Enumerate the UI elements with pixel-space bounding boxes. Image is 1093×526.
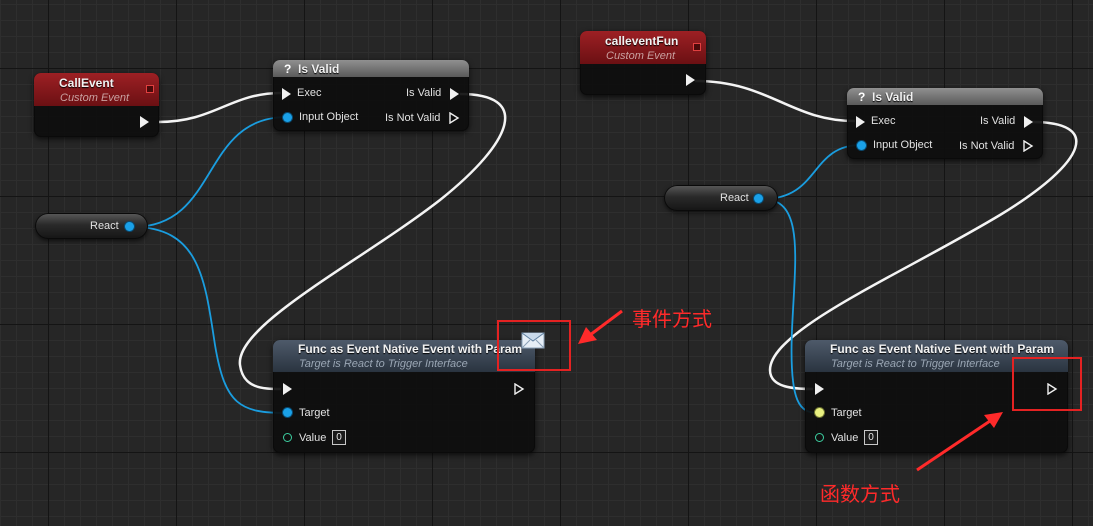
target-label: Target bbox=[299, 407, 330, 419]
is-not-valid-label: Is Not Valid bbox=[385, 112, 441, 124]
question-icon: ? bbox=[858, 90, 866, 104]
func-event-node-left[interactable]: Func as Event Native Event with Param Ta… bbox=[273, 340, 535, 453]
exec-out-pin[interactable] bbox=[140, 116, 149, 128]
question-icon: ? bbox=[284, 62, 292, 76]
node-subtitle: Target is React to Trigger Interface bbox=[299, 358, 468, 370]
exec-out-valid-pin[interactable] bbox=[1024, 116, 1033, 128]
exec-out-valid-pin[interactable] bbox=[450, 88, 459, 100]
is-valid-label: Is Valid bbox=[406, 87, 442, 99]
variable-label: React bbox=[90, 220, 119, 232]
input-object-pin[interactable] bbox=[857, 141, 866, 150]
blueprint-graph[interactable]: CallEvent Custom Event calleventFun Cust… bbox=[0, 0, 1093, 526]
exec-in-pin[interactable] bbox=[856, 116, 865, 128]
input-object-label: Input Object bbox=[299, 111, 359, 123]
exec-wire[interactable] bbox=[157, 91, 282, 124]
exec-in-pin[interactable] bbox=[815, 383, 824, 395]
node-title: Func as Event Native Event with Param bbox=[830, 342, 1055, 356]
node-title: CallEvent bbox=[59, 76, 114, 90]
exec-wire[interactable] bbox=[694, 79, 856, 123]
calleventfun-node[interactable]: calleventFun Custom Event bbox=[580, 31, 706, 95]
exec-in-pin[interactable] bbox=[282, 88, 291, 100]
exec-out-pin[interactable] bbox=[686, 74, 695, 86]
event-style-annotation: 事件方式 bbox=[632, 307, 712, 331]
react-output-pin[interactable] bbox=[754, 194, 763, 203]
function-style-annotation: 函数方式 bbox=[820, 482, 900, 506]
value-pin[interactable] bbox=[815, 433, 824, 442]
node-title: calleventFun bbox=[605, 34, 679, 48]
react-variable-node-right[interactable]: React bbox=[664, 185, 778, 211]
value-label: Value bbox=[299, 432, 327, 444]
react-output-pin[interactable] bbox=[125, 222, 134, 231]
callevent-node[interactable]: CallEvent Custom Event bbox=[34, 73, 159, 137]
exec-in-label: Exec bbox=[297, 87, 322, 99]
value-label: Value bbox=[831, 432, 859, 444]
function-highlight-box bbox=[1012, 357, 1082, 411]
event-highlight-box bbox=[497, 320, 571, 371]
is-not-valid-label: Is Not Valid bbox=[959, 140, 1015, 152]
target-pin[interactable] bbox=[283, 408, 292, 417]
node-subtitle: Target is React to Trigger Interface bbox=[831, 358, 1000, 370]
delegate-pin[interactable] bbox=[693, 43, 701, 51]
delegate-pin[interactable] bbox=[146, 85, 154, 93]
node-title: Is Valid bbox=[872, 90, 914, 104]
target-label: Target bbox=[831, 407, 862, 419]
node-title: Func as Event Native Event with Param bbox=[298, 342, 523, 356]
exec-out-not-valid-pin[interactable] bbox=[1023, 140, 1034, 152]
exec-in-label: Exec bbox=[871, 115, 896, 127]
value-input[interactable]: 0 bbox=[332, 430, 346, 445]
input-object-pin[interactable] bbox=[283, 113, 292, 122]
is-valid-label: Is Valid bbox=[980, 115, 1016, 127]
react-variable-node-left[interactable]: React bbox=[35, 213, 148, 239]
value-pin[interactable] bbox=[283, 433, 292, 442]
isvalid-node-left[interactable]: ? Is Valid Exec Input Object Is Valid Is… bbox=[273, 60, 469, 131]
node-subtitle: Custom Event bbox=[60, 92, 130, 104]
value-input[interactable]: 0 bbox=[864, 430, 878, 445]
input-object-label: Input Object bbox=[873, 139, 933, 151]
target-pin[interactable] bbox=[815, 408, 824, 417]
exec-out-pin[interactable] bbox=[514, 383, 525, 395]
node-title: Is Valid bbox=[298, 62, 340, 76]
isvalid-node-right[interactable]: ? Is Valid Exec Input Object Is Valid Is… bbox=[847, 88, 1043, 159]
exec-in-pin[interactable] bbox=[283, 383, 292, 395]
node-subtitle: Custom Event bbox=[606, 50, 676, 62]
exec-out-not-valid-pin[interactable] bbox=[449, 112, 460, 124]
object-wire[interactable] bbox=[132, 226, 288, 414]
variable-label: React bbox=[720, 192, 749, 204]
